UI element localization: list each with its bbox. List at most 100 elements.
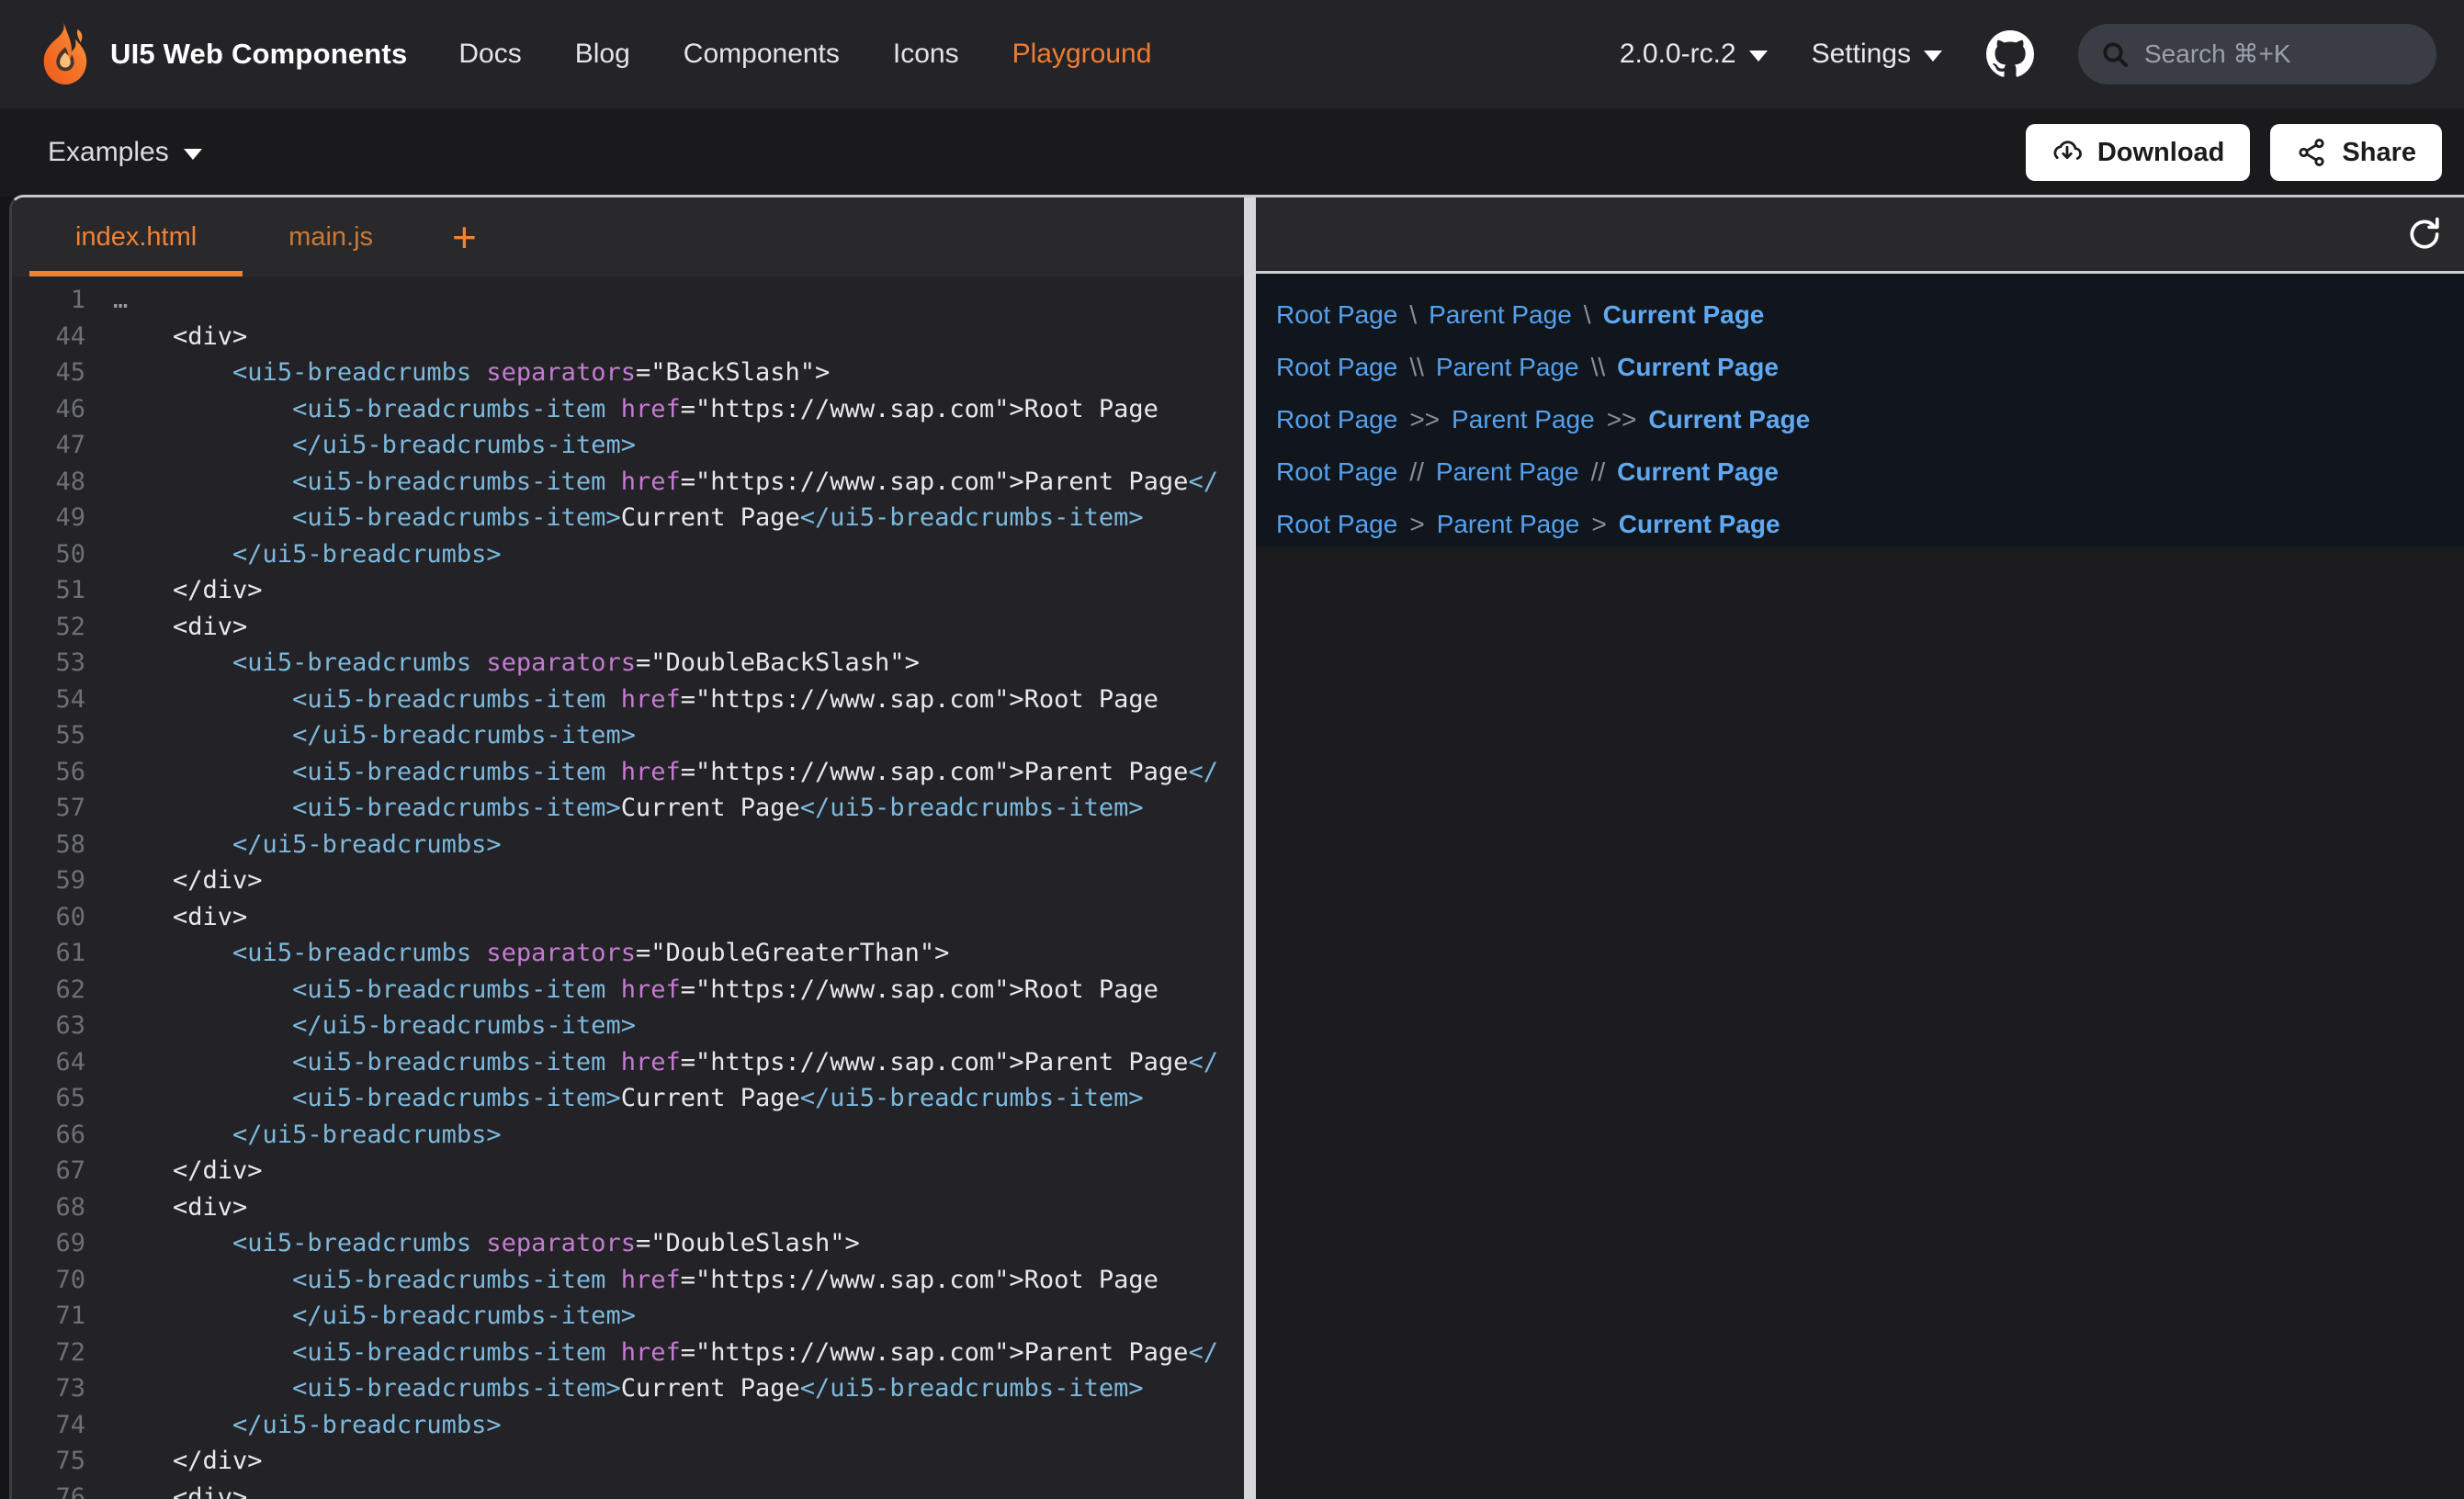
preview-pane: Root Page\Parent Page\Current PageRoot P…	[1256, 197, 2464, 1499]
line-number: 66	[12, 1117, 93, 1154]
line-number: 54	[12, 682, 93, 718]
code-line[interactable]: 58 </ui5-breadcrumbs>	[12, 827, 1244, 863]
code-line[interactable]: 44 <div>	[12, 319, 1244, 355]
nav-link-components[interactable]: Components	[684, 39, 840, 70]
tab-index-html[interactable]: index.html	[29, 197, 243, 276]
line-code: </ui5-breadcrumbs-item>	[93, 1008, 636, 1044]
search-input[interactable]	[2144, 39, 2414, 69]
code-lines[interactable]: 1…44 <div>45 <ui5-breadcrumbs separators…	[12, 276, 1244, 1499]
line-number: 76	[12, 1480, 93, 1499]
refresh-icon[interactable]	[2405, 215, 2444, 254]
brand[interactable]: UI5 Web Components	[37, 20, 407, 88]
version-dropdown[interactable]: 2.0.0-rc.2	[1620, 39, 1768, 70]
line-code: <ui5-breadcrumbs-item href="https://www.…	[93, 1044, 1218, 1081]
line-code: </div>	[93, 1153, 263, 1189]
line-number: 51	[12, 572, 93, 609]
line-code: </div>	[93, 862, 263, 899]
breadcrumbs-row: Root Page>Parent Page>Current Page	[1276, 498, 2464, 550]
code-line[interactable]: 48 <ui5-breadcrumbs-item href="https://w…	[12, 464, 1244, 501]
code-line[interactable]: 62 <ui5-breadcrumbs-item href="https://w…	[12, 972, 1244, 1009]
code-line[interactable]: 53 <ui5-breadcrumbs separators="DoubleBa…	[12, 645, 1244, 682]
nav-link-icons[interactable]: Icons	[893, 39, 959, 70]
breadcrumb-link[interactable]: Parent Page	[1436, 457, 1579, 487]
line-number: 59	[12, 862, 93, 899]
nav-link-playground[interactable]: Playground	[1012, 39, 1152, 70]
code-line[interactable]: 56 <ui5-breadcrumbs-item href="https://w…	[12, 754, 1244, 791]
line-number: 53	[12, 645, 93, 682]
code-line[interactable]: 73 <ui5-breadcrumbs-item>Current Page</u…	[12, 1370, 1244, 1407]
code-line[interactable]: 55 </ui5-breadcrumbs-item>	[12, 717, 1244, 754]
code-line[interactable]: 63 </ui5-breadcrumbs-item>	[12, 1008, 1244, 1044]
pane-splitter[interactable]	[1244, 197, 1256, 1499]
line-code: <ui5-breadcrumbs separators="DoubleSlash…	[93, 1225, 860, 1262]
line-code: </ui5-breadcrumbs>	[93, 827, 502, 863]
breadcrumb-link[interactable]: Root Page	[1276, 300, 1397, 330]
breadcrumb-separator: //	[1591, 457, 1606, 487]
line-code: </ui5-breadcrumbs-item>	[93, 717, 636, 754]
line-number: 64	[12, 1044, 93, 1081]
code-line[interactable]: 1…	[12, 282, 1244, 319]
code-line[interactable]: 66 </ui5-breadcrumbs>	[12, 1117, 1244, 1154]
code-line[interactable]: 64 <ui5-breadcrumbs-item href="https://w…	[12, 1044, 1244, 1081]
examples-dropdown[interactable]: Examples	[48, 137, 202, 168]
code-line[interactable]: 50 </ui5-breadcrumbs>	[12, 536, 1244, 573]
breadcrumbs-row: Root Page\Parent Page\Current Page	[1276, 288, 2464, 341]
nav-link-blog[interactable]: Blog	[575, 39, 630, 70]
nav-link-docs[interactable]: Docs	[458, 39, 521, 70]
line-number: 61	[12, 935, 93, 972]
code-line[interactable]: 47 </ui5-breadcrumbs-item>	[12, 427, 1244, 464]
code-line[interactable]: 71 </ui5-breadcrumbs-item>	[12, 1298, 1244, 1335]
breadcrumb-separator: >>	[1409, 405, 1440, 434]
tab-main-js[interactable]: main.js	[243, 197, 419, 276]
breadcrumb-link[interactable]: Parent Page	[1429, 300, 1572, 330]
code-line[interactable]: 70 <ui5-breadcrumbs-item href="https://w…	[12, 1262, 1244, 1299]
share-label: Share	[2342, 138, 2416, 168]
line-code: <ui5-breadcrumbs separators="DoubleBackS…	[93, 645, 920, 682]
download-button[interactable]: Download	[2026, 124, 2251, 181]
breadcrumb-link[interactable]: Parent Page	[1452, 405, 1595, 434]
search-box[interactable]	[2078, 24, 2436, 85]
github-icon[interactable]	[1986, 30, 2034, 78]
code-line[interactable]: 69 <ui5-breadcrumbs separators="DoubleSl…	[12, 1225, 1244, 1262]
code-line[interactable]: 75 </div>	[12, 1443, 1244, 1480]
breadcrumb-link[interactable]: Parent Page	[1437, 510, 1580, 539]
breadcrumb-link[interactable]: Root Page	[1276, 353, 1397, 382]
line-number: 49	[12, 500, 93, 536]
version-label: 2.0.0-rc.2	[1620, 39, 1736, 70]
code-line[interactable]: 68 <div>	[12, 1189, 1244, 1226]
code-line[interactable]: 65 <ui5-breadcrumbs-item>Current Page</u…	[12, 1080, 1244, 1117]
breadcrumb-separator: \\	[1409, 353, 1424, 382]
code-line[interactable]: 76 <div>	[12, 1480, 1244, 1499]
line-number: 68	[12, 1189, 93, 1226]
line-number: 71	[12, 1298, 93, 1335]
line-code: <ui5-breadcrumbs-item href="https://www.…	[93, 682, 1159, 718]
code-line[interactable]: 59 </div>	[12, 862, 1244, 899]
code-line[interactable]: 72 <ui5-breadcrumbs-item href="https://w…	[12, 1335, 1244, 1371]
breadcrumb-link[interactable]: Parent Page	[1436, 353, 1579, 382]
code-line[interactable]: 67 </div>	[12, 1153, 1244, 1189]
line-number: 47	[12, 427, 93, 464]
code-line[interactable]: 60 <div>	[12, 899, 1244, 936]
share-button[interactable]: Share	[2270, 124, 2442, 181]
code-line[interactable]: 49 <ui5-breadcrumbs-item>Current Page</u…	[12, 500, 1244, 536]
breadcrumb-separator: >>	[1607, 405, 1637, 434]
line-code: <ui5-breadcrumbs-item href="https://www.…	[93, 1335, 1218, 1371]
code-line[interactable]: 46 <ui5-breadcrumbs-item href="https://w…	[12, 391, 1244, 428]
breadcrumb-link[interactable]: Root Page	[1276, 457, 1397, 487]
code-line[interactable]: 61 <ui5-breadcrumbs separators="DoubleGr…	[12, 935, 1244, 972]
code-line[interactable]: 57 <ui5-breadcrumbs-item>Current Page</u…	[12, 790, 1244, 827]
line-number: 62	[12, 972, 93, 1009]
breadcrumb-separator: //	[1409, 457, 1424, 487]
settings-label: Settings	[1812, 39, 1911, 70]
code-line[interactable]: 45 <ui5-breadcrumbs separators="BackSlas…	[12, 355, 1244, 391]
settings-dropdown[interactable]: Settings	[1812, 39, 1942, 70]
code-line[interactable]: 51 </div>	[12, 572, 1244, 609]
code-line[interactable]: 54 <ui5-breadcrumbs-item href="https://w…	[12, 682, 1244, 718]
breadcrumb-link[interactable]: Root Page	[1276, 510, 1397, 539]
code-line[interactable]: 74 </ui5-breadcrumbs>	[12, 1407, 1244, 1444]
line-number: 74	[12, 1407, 93, 1444]
breadcrumb-link[interactable]: Root Page	[1276, 405, 1397, 434]
download-label: Download	[2097, 138, 2225, 168]
add-tab-button[interactable]: +	[439, 197, 490, 276]
code-line[interactable]: 52 <div>	[12, 609, 1244, 646]
